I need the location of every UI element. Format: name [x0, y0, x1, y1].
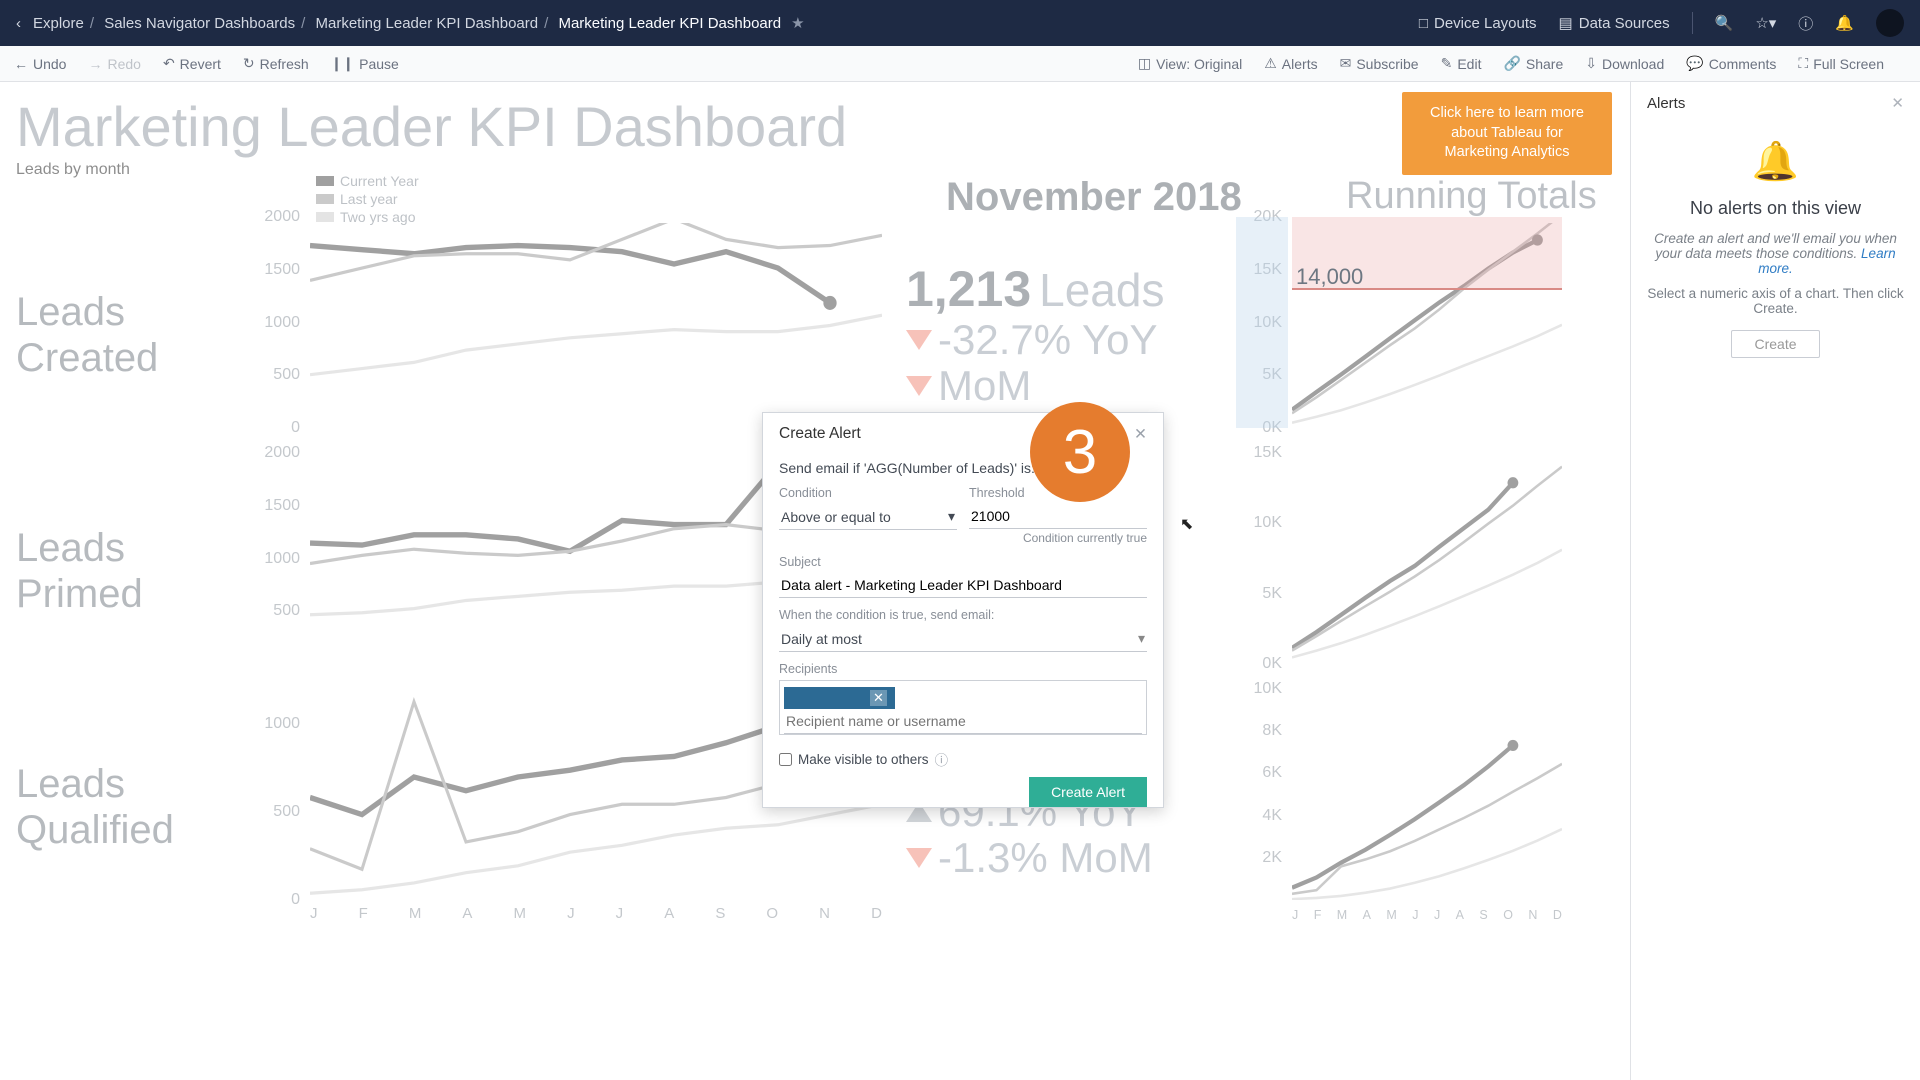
recipients-label: Recipients — [779, 662, 1147, 676]
frequency-label: When the condition is true, send email: — [779, 608, 1147, 622]
crumb-workbook[interactable]: Sales Navigator Dashboards — [104, 15, 295, 32]
favorite-star-icon[interactable]: ★ — [791, 14, 804, 32]
breadcrumb: Explore/ Sales Navigator Dashboards/ Mar… — [33, 15, 781, 32]
alerts-panel-close-icon[interactable]: ✕ — [1891, 94, 1904, 112]
alerts-side-panel: Alerts ✕ 🔔 No alerts on this view Create… — [1630, 82, 1920, 1080]
subject-label: Subject — [779, 555, 1147, 569]
cursor-icon: ⬉ — [1180, 514, 1193, 534]
top-nav: ‹ Explore/ Sales Navigator Dashboards/ M… — [0, 0, 1920, 46]
recipient-chip[interactable]: ✕ — [784, 687, 895, 709]
search-icon[interactable]: 🔍 — [1715, 14, 1734, 32]
refresh-button[interactable]: ↻ Refresh — [243, 55, 309, 72]
data-sources-button[interactable]: ▤ Data Sources — [1559, 14, 1670, 32]
create-alert-submit-button[interactable]: Create Alert — [1029, 777, 1147, 807]
divider — [1692, 12, 1693, 34]
view-toolbar: ← Undo → Redo ↶ Revert ↻ Refresh ❙❙ Paus… — [0, 46, 1920, 82]
notifications-icon[interactable]: 🔔 — [1835, 14, 1854, 32]
alerts-create-button[interactable]: Create — [1731, 330, 1819, 358]
bell-icon: 🔔 — [1647, 140, 1904, 184]
device-layouts-button[interactable]: □ Device Layouts — [1419, 15, 1537, 32]
alerts-hint: Select a numeric axis of a chart. Then c… — [1647, 286, 1904, 316]
alerts-description: Create an alert and we'll email you when… — [1647, 231, 1904, 276]
condition-true-hint: Condition currently true — [969, 531, 1147, 545]
revert-button[interactable]: ↶ Revert — [163, 55, 221, 72]
remove-recipient-icon[interactable]: ✕ — [870, 690, 887, 706]
make-visible-checkbox[interactable] — [779, 753, 792, 766]
threshold-input[interactable] — [969, 504, 1147, 529]
fullscreen-button[interactable]: ⛶ Full Screen — [1798, 55, 1884, 72]
learn-more-banner[interactable]: Click here to learn more about Tableau f… — [1402, 92, 1612, 175]
running-chart[interactable]: 14,000 0K5K10K15K20K — [1236, 217, 1566, 452]
help-icon[interactable]: ⓘ — [1798, 13, 1813, 34]
frequency-select[interactable]: Daily at most▾ — [779, 626, 1147, 652]
make-visible-label: Make visible to others — [798, 752, 929, 767]
alerts-button[interactable]: ⚠ Alerts — [1264, 55, 1317, 72]
period-header: November 2018 — [946, 175, 1242, 220]
subject-input[interactable] — [779, 573, 1147, 598]
back-icon[interactable]: ‹ — [16, 15, 21, 32]
running-totals-header: Running Totals — [1346, 175, 1597, 218]
share-button[interactable]: 🔗 Share — [1503, 55, 1563, 72]
download-button[interactable]: ⇩ Download — [1585, 55, 1664, 72]
axis-selection[interactable] — [1236, 217, 1288, 428]
metric-label: LeadsPrimed — [16, 525, 143, 617]
user-avatar[interactable] — [1876, 9, 1904, 37]
pause-button[interactable]: ❙❙ Pause — [331, 55, 399, 72]
legend-current: Current Year — [340, 173, 419, 189]
step-badge: 3 — [1030, 402, 1130, 502]
running-chart[interactable]: 2K4K6K8K10K JFMAMJJASOND — [1236, 689, 1566, 924]
dialog-close-icon[interactable]: ✕ — [1134, 425, 1147, 444]
recipient-input[interactable] — [784, 709, 1142, 734]
alerts-panel-title: Alerts — [1647, 95, 1685, 112]
comments-button[interactable]: 💬 Comments — [1686, 55, 1776, 72]
undo-button[interactable]: ← Undo — [14, 56, 66, 72]
metric-label: LeadsCreated — [16, 289, 158, 381]
threshold-label: 14,000 — [1296, 264, 1363, 290]
condition-select[interactable]: Above or equal to▾ — [779, 504, 957, 530]
crumb-explore[interactable]: Explore — [33, 15, 84, 32]
running-chart[interactable]: 0K5K10K15K — [1236, 453, 1566, 688]
favorites-menu-icon[interactable]: ☆▾ — [1755, 14, 1776, 32]
view-original-button[interactable]: ◫ View: Original — [1138, 55, 1242, 72]
condition-label: Condition — [779, 486, 957, 500]
dashboard-title: Marketing Leader KPI Dashboard — [16, 94, 1614, 159]
info-icon[interactable]: ⓘ — [935, 749, 949, 769]
crumb-dashboard[interactable]: Marketing Leader KPI Dashboard — [315, 15, 538, 32]
metric-label: LeadsQualified — [16, 761, 174, 853]
legend-last: Last year — [340, 191, 398, 207]
redo-button[interactable]: → Redo — [88, 56, 140, 72]
subscribe-button[interactable]: ✉ Subscribe — [1340, 55, 1419, 72]
no-alerts-message: No alerts on this view — [1647, 198, 1904, 219]
edit-button[interactable]: ✎ Edit — [1441, 55, 1482, 72]
leads-by-month-header: Leads by month — [16, 161, 248, 179]
dialog-title: Create Alert — [779, 425, 861, 444]
crumb-view: Marketing Leader KPI Dashboard — [558, 15, 781, 32]
